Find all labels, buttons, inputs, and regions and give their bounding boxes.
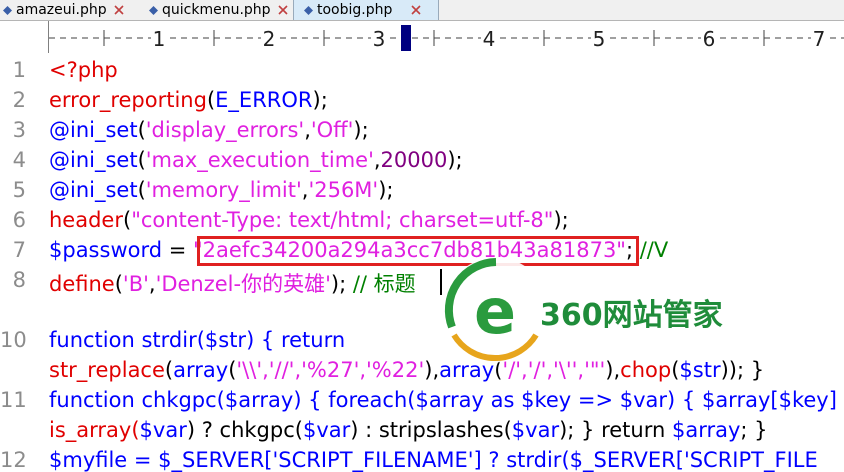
line-number: 8	[12, 268, 26, 292]
tab-toobig[interactable]: toobig.php	[293, 0, 439, 20]
line-number: 2	[12, 88, 26, 112]
code-line: @ini_set('max_execution_time',20000);	[49, 148, 463, 172]
tab-label: amazeui.php	[16, 2, 107, 18]
ruler-label: 1	[153, 27, 166, 51]
tab-bar: amazeui.php quickmenu.php toobig.php	[0, 0, 844, 21]
e-logo-icon: e	[444, 257, 544, 363]
code-line: function strdir($str) { return	[49, 328, 346, 352]
code-line: <?php	[49, 58, 118, 82]
tab-label: toobig.php	[317, 2, 393, 18]
close-icon[interactable]	[113, 4, 125, 16]
close-icon[interactable]	[277, 4, 289, 16]
line-number: 6	[12, 208, 26, 232]
ruler-label: 7	[813, 27, 826, 51]
line-number: 4	[12, 148, 26, 172]
ruler-scale: 1 2 3 4 5 6 7	[48, 21, 844, 53]
ruler-label: 6	[703, 27, 716, 51]
line-number: 7	[12, 238, 26, 262]
tab-amazeui[interactable]: amazeui.php	[0, 0, 146, 20]
code-line: @ini_set('display_errors','Off');	[49, 118, 369, 142]
line-number: 5	[12, 178, 26, 202]
line-number: 10	[0, 328, 27, 352]
php-file-icon	[149, 5, 158, 15]
line-number: 3	[12, 118, 26, 142]
code-line-wrap: is_array($var) ? chkgpc($var) : stripsla…	[49, 418, 768, 442]
code-line: define('B','Denzel-你的英雄'); // 标题	[49, 272, 416, 296]
code-line: $myfile = $_SERVER['SCRIPT_FILENAME'] ? …	[49, 448, 818, 472]
ruler-label: 4	[483, 27, 496, 51]
watermark-360: e 360网站管家	[444, 250, 764, 370]
code-line: header("content-Type: text/html; charset…	[49, 208, 569, 232]
ruler-cursor-marker	[401, 25, 411, 51]
code-line: error_reporting(E_ERROR);	[49, 88, 328, 112]
line-number: 11	[0, 388, 27, 412]
watermark-text: 360网站管家	[540, 298, 723, 333]
ruler-gutter	[0, 21, 48, 53]
line-number: 12	[0, 448, 27, 472]
tab-quickmenu[interactable]: quickmenu.php	[146, 0, 292, 20]
php-file-icon	[304, 5, 313, 15]
ruler-label: 3	[373, 27, 386, 51]
close-icon[interactable]	[410, 4, 422, 16]
tab-label: quickmenu.php	[162, 2, 271, 18]
text-cursor	[440, 269, 442, 295]
column-ruler: 1 2 3 4 5 6 7	[0, 21, 844, 53]
code-line: function chkgpc($array) { foreach($array…	[49, 388, 837, 412]
svg-text:e: e	[474, 275, 516, 348]
ruler-label: 2	[263, 27, 276, 51]
line-number: 1	[12, 58, 26, 82]
ruler-label: 5	[593, 27, 606, 51]
php-file-icon	[3, 5, 12, 15]
code-line: @ini_set('memory_limit','256M');	[49, 178, 394, 202]
